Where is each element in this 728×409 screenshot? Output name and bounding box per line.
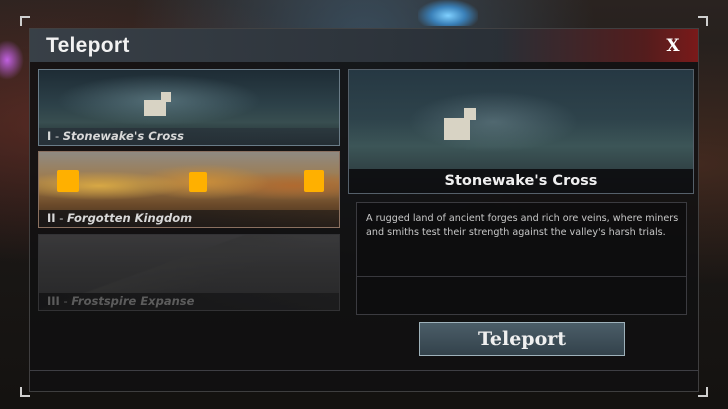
location-separator: - bbox=[59, 211, 64, 225]
teleport-dialog: Teleport X I - Stonewake's Cross II - Fo… bbox=[29, 28, 699, 392]
location-label: II - Forgotten Kingdom bbox=[39, 210, 339, 227]
location-item-forgotten-kingdom[interactable]: II - Forgotten Kingdom bbox=[38, 151, 340, 228]
corner-bracket-top-right bbox=[698, 16, 708, 26]
background-lamp bbox=[418, 0, 478, 26]
dialog-title: Teleport bbox=[46, 34, 130, 57]
corner-bracket-top-left bbox=[20, 16, 30, 26]
description-panel: A rugged land of ancient forges and rich… bbox=[356, 202, 687, 315]
location-numeral: I bbox=[47, 129, 52, 143]
location-label: I - Stonewake's Cross bbox=[39, 128, 339, 145]
location-label: III - Frostspire Expanse bbox=[39, 293, 339, 310]
location-name: Frostspire Expanse bbox=[71, 294, 195, 308]
location-preview: Stonewake's Cross bbox=[348, 69, 694, 194]
location-name: Forgotten Kingdom bbox=[67, 211, 193, 225]
background-glow bbox=[0, 40, 24, 80]
dialog-titlebar: Teleport X bbox=[30, 29, 698, 62]
location-separator: - bbox=[63, 294, 68, 308]
location-item-frostspire-expanse: III - Frostspire Expanse bbox=[38, 234, 340, 311]
location-name: Stonewake's Cross bbox=[62, 129, 184, 143]
footer-divider bbox=[30, 370, 698, 371]
location-description: A rugged land of ancient forges and rich… bbox=[366, 213, 679, 238]
location-item-stonewakes-cross[interactable]: I - Stonewake's Cross bbox=[38, 69, 340, 146]
description-divider bbox=[357, 276, 686, 277]
location-separator: - bbox=[54, 129, 60, 143]
location-numeral: II bbox=[47, 211, 56, 225]
teleport-button[interactable]: Teleport bbox=[419, 322, 625, 356]
location-numeral: III bbox=[47, 294, 60, 308]
preview-location-name: Stonewake's Cross bbox=[349, 169, 693, 193]
close-button[interactable]: X bbox=[660, 36, 686, 58]
corner-bracket-bottom-right bbox=[698, 387, 708, 397]
